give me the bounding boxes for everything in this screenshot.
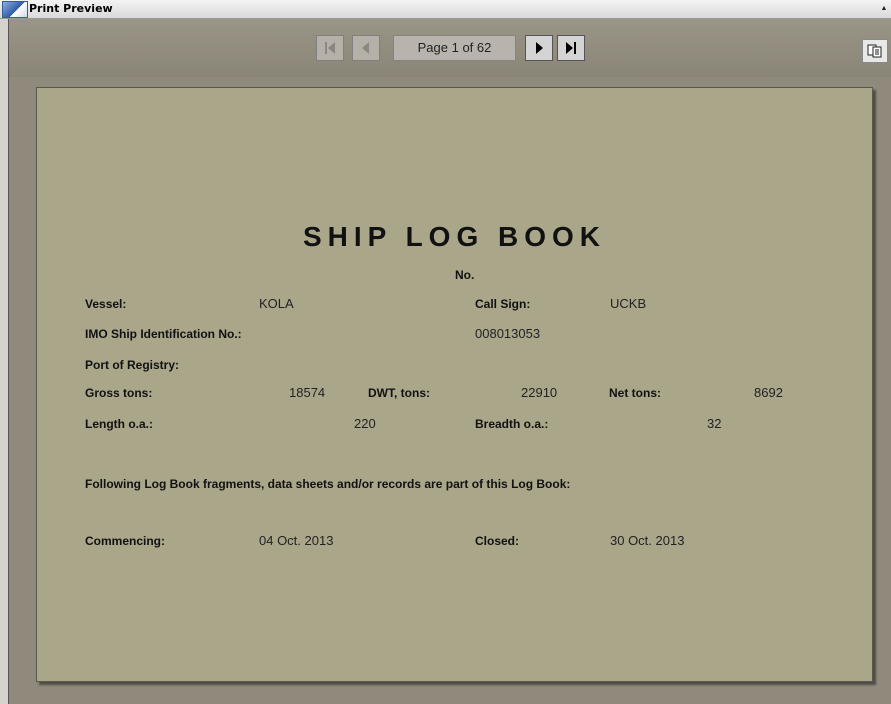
port-of-registry-label: Port of Registry: — [85, 358, 180, 372]
fragments-note: Following Log Book fragments, data sheet… — [85, 477, 571, 491]
window-left-edge — [0, 19, 9, 704]
dwt-value: 22910 — [521, 385, 558, 400]
page-indicator: Page 1 of 62 — [393, 35, 516, 61]
gross-tons-value: 18574 — [289, 385, 326, 400]
closed-value: 30 Oct. 2013 — [610, 533, 685, 548]
vessel-value: KOLA — [259, 296, 294, 311]
document-title: SHIP LOG BOOK — [302, 221, 607, 252]
net-tons-label: Net tons: — [609, 386, 661, 400]
dwt-label: DWT, tons: — [368, 386, 430, 400]
window-title: Print Preview — [29, 2, 113, 15]
imo-value: 008013053 — [475, 326, 541, 341]
breadth-value: 32 — [707, 416, 722, 431]
imo-label: IMO Ship Identification No.: — [85, 327, 242, 341]
copy-icon — [867, 44, 883, 58]
title-bar: Print Preview ▲ — [0, 0, 891, 19]
app-icon — [2, 1, 28, 18]
previous-page-icon — [358, 41, 374, 55]
print-preview-window: Print Preview ▲ Page 1 of 62 SHIP LOG BO… — [0, 0, 891, 704]
last-page-button[interactable] — [557, 35, 585, 61]
last-page-icon — [563, 41, 579, 55]
first-page-button[interactable] — [316, 35, 344, 61]
breadth-label: Breadth o.a.: — [475, 417, 549, 431]
next-page-icon — [531, 41, 547, 55]
commencing-label: Commencing: — [85, 534, 166, 548]
call-sign-value: UCKB — [610, 296, 647, 311]
gross-tons-label: Gross tons: — [85, 386, 153, 400]
next-page-button[interactable] — [525, 35, 553, 61]
copy-button[interactable] — [862, 39, 888, 63]
closed-label: Closed: — [475, 534, 520, 548]
length-label: Length o.a.: — [85, 417, 153, 431]
length-value: 220 — [354, 416, 376, 431]
scroll-up-icon[interactable]: ▲ — [879, 3, 889, 15]
first-page-icon — [322, 41, 338, 55]
document-page: SHIP LOG BOOK No. Vessel: KOLA Call Sign… — [36, 87, 873, 682]
net-tons-value: 8692 — [754, 385, 783, 400]
previous-page-button[interactable] — [352, 35, 380, 61]
call-sign-label: Call Sign: — [475, 297, 531, 311]
commencing-value: 04 Oct. 2013 — [259, 533, 334, 548]
number-label: No. — [455, 268, 475, 282]
vessel-label: Vessel: — [85, 297, 127, 311]
